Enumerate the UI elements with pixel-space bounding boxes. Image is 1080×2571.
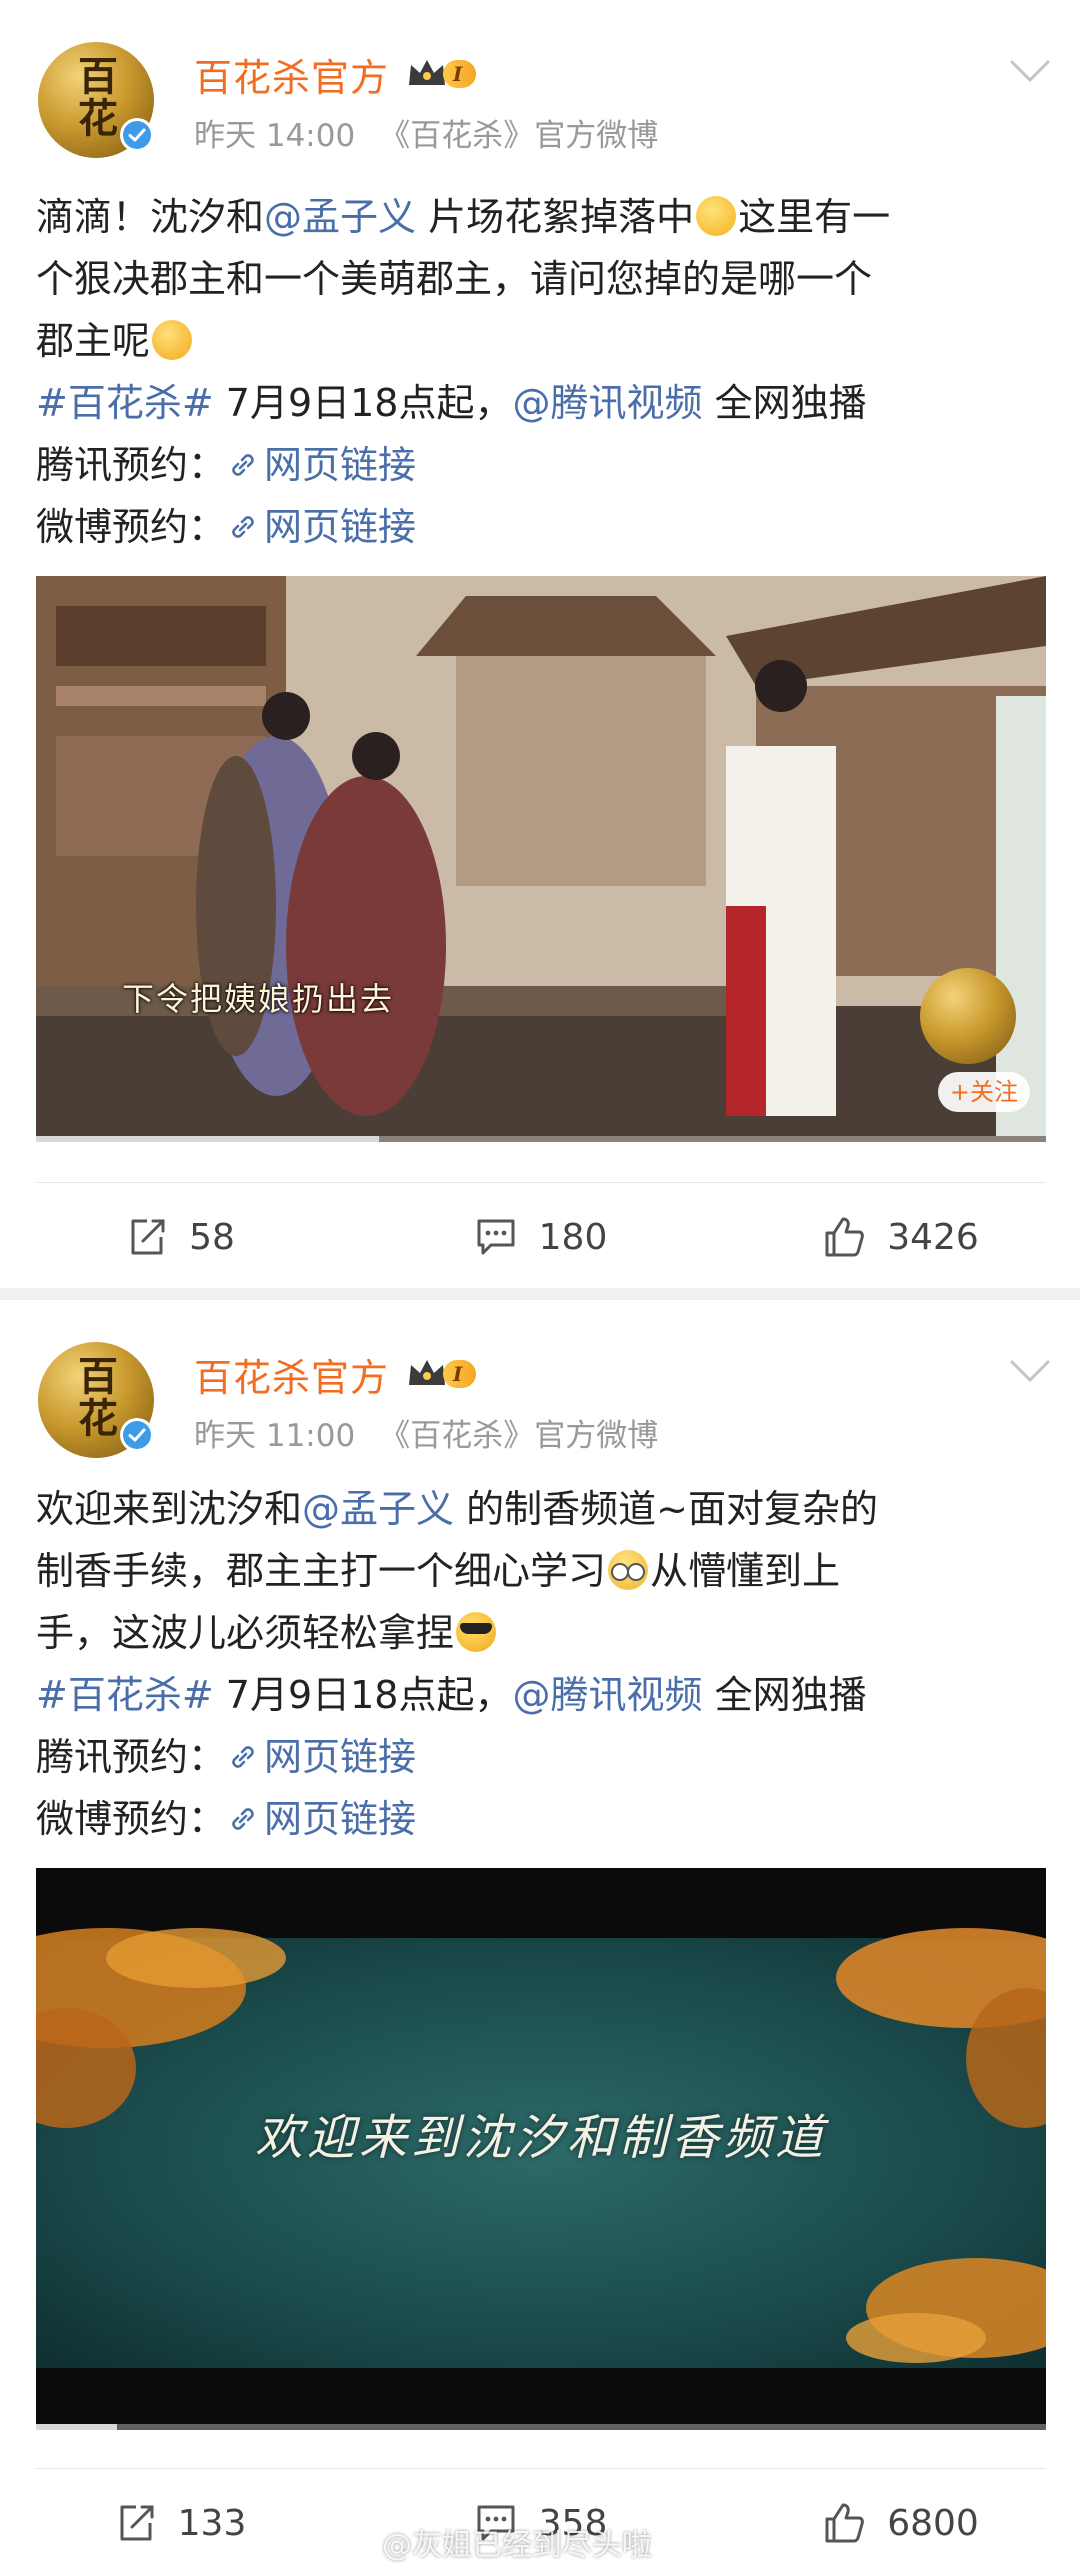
post-source: 《百花杀》官方微博 (379, 1418, 659, 1454)
web-link-label: 网页链接 (264, 505, 417, 549)
link-icon (232, 1746, 254, 1768)
text-line: 个狠决郡主和一个美萌郡主，请问您掉的是哪一个 (36, 257, 873, 301)
post-meta: 昨天 14:00 《百花杀》官方微博 (194, 110, 658, 155)
video-progress[interactable] (36, 1136, 1046, 1142)
follow-button[interactable]: +关注 (937, 1072, 1030, 1112)
video-progress[interactable] (36, 2424, 1046, 2430)
repost-button[interactable]: 58 (0, 1192, 360, 1282)
mention-link[interactable]: @腾讯视频 (512, 381, 702, 425)
post-card: 百花 百花杀官方 I 昨天 11:00 《百花杀》官方微博 欢迎来到沈汐和@孟子… (0, 1300, 1080, 2571)
web-link-label: 网页链接 (264, 1797, 417, 1841)
text-segment: 7月9日18点起， (213, 1673, 513, 1717)
text-segment: 的制香频道~面对复杂的 (454, 1487, 878, 1531)
video-player[interactable]: 欢迎来到沈汐和制香频道 (36, 1868, 1046, 2430)
author-name[interactable]: 百花杀官方 (194, 47, 389, 102)
link-icon (232, 516, 254, 538)
repost-count: 58 (189, 1216, 235, 1258)
chevron-down-icon[interactable] (1008, 56, 1052, 86)
member-level: I (443, 1360, 477, 1388)
mention-link[interactable]: @孟子义 (302, 1487, 454, 1531)
video-subtitle: 下令把姨娘扔出去 (122, 980, 395, 1018)
mention-link[interactable]: @孟子义 (264, 195, 416, 239)
text-segment: 欢迎来到沈汐和 (36, 1487, 303, 1531)
text-segment: 滴滴！沈汐和 (36, 195, 265, 239)
post-time: 昨天 14:00 (194, 118, 356, 154)
mention-link[interactable]: @腾讯视频 (512, 1673, 702, 1717)
repost-count: 133 (177, 2502, 247, 2544)
video-title: 欢迎来到沈汐和制香频道 (254, 2110, 827, 2166)
chevron-down-icon[interactable] (1008, 1356, 1052, 1386)
topic-link[interactable]: #百花杀# (36, 381, 214, 425)
repost-icon (131, 1219, 165, 1255)
author-row: 百花杀官方 I (194, 1346, 477, 1402)
channel-logo-icon (920, 968, 1016, 1064)
member-level: I (443, 60, 477, 88)
weibo-label: 微博预约： (36, 1797, 227, 1841)
text-segment: 片场花絮掉落中 (416, 195, 695, 239)
post-text: 欢迎来到沈汐和@孟子义 的制香频道~面对复杂的 制香手续，郡主主打一个细心学习从… (36, 1478, 1046, 1850)
weibo-logo-icon (340, 2534, 370, 2556)
like-icon (825, 1217, 865, 1257)
post-source: 《百花杀》官方微博 (379, 118, 659, 154)
comment-icon (477, 1219, 515, 1255)
web-link[interactable]: 网页链接 (226, 1735, 416, 1779)
video-progress-fill (36, 1136, 380, 1142)
author-row: 百花杀官方 I (194, 46, 477, 102)
member-badge[interactable]: I (405, 1355, 477, 1393)
emoji-icon (608, 1550, 649, 1590)
like-button[interactable]: 6800 (720, 2478, 1080, 2568)
web-link[interactable]: 网页链接 (226, 505, 416, 549)
text-segment: 制香手续，郡主主打一个细心学习 (36, 1549, 607, 1593)
action-bar: 58 180 3426 (0, 1192, 1080, 1282)
text-segment: 手，这波儿必须轻松拿捏 (36, 1611, 455, 1655)
comment-button[interactable]: 180 (360, 1192, 720, 1282)
web-link[interactable]: 网页链接 (226, 1797, 416, 1841)
text-segment: 全网独播 (702, 1673, 867, 1717)
watermark: @灰姐已经到尽头啦 (340, 2520, 652, 2564)
comment-count: 180 (538, 1216, 608, 1258)
repost-icon (120, 2505, 154, 2541)
divider (36, 2468, 1046, 2469)
like-button[interactable]: 3426 (720, 1192, 1080, 1282)
like-count: 6800 (887, 2502, 979, 2544)
weibo-feed: 百花 百花杀官方 I 昨天 14:00 《百花杀》官方微博 滴滴！沈汐和@孟子义… (0, 0, 1080, 2571)
text-segment: 郡主呢 (36, 319, 151, 363)
like-icon (825, 2503, 865, 2543)
feed-separator (0, 1288, 1080, 1300)
repost-button[interactable]: 133 (0, 2478, 360, 2568)
verified-icon (120, 1418, 154, 1452)
emoji-icon (696, 196, 737, 236)
topic-link[interactable]: #百花杀# (36, 1673, 214, 1717)
web-link-label: 网页链接 (264, 443, 417, 487)
video-frame (36, 576, 1046, 1142)
post-time: 昨天 11:00 (194, 1418, 356, 1454)
link-icon (232, 1808, 254, 1830)
divider (36, 1182, 1046, 1183)
tencent-label: 腾讯预约： (36, 1735, 227, 1779)
web-link-label: 网页链接 (264, 1735, 417, 1779)
emoji-icon (456, 1612, 497, 1652)
text-segment: 从懵懂到上 (650, 1549, 841, 1593)
link-icon (232, 454, 254, 476)
text-segment: 这里有一 (738, 195, 891, 239)
watermark-text: @灰姐已经到尽头啦 (382, 2528, 652, 2563)
post-card: 百花 百花杀官方 I 昨天 14:00 《百花杀》官方微博 滴滴！沈汐和@孟子义… (0, 0, 1080, 1288)
video-player[interactable]: 下令把姨娘扔出去 +关注 (36, 576, 1046, 1142)
text-segment: 全网独播 (702, 381, 867, 425)
tencent-label: 腾讯预约： (36, 443, 227, 487)
web-link[interactable]: 网页链接 (226, 443, 416, 487)
like-count: 3426 (887, 1216, 979, 1258)
verified-icon (120, 118, 154, 152)
text-segment: 7月9日18点起， (213, 381, 513, 425)
author-name[interactable]: 百花杀官方 (194, 1347, 389, 1402)
post-meta: 昨天 11:00 《百花杀》官方微博 (194, 1410, 658, 1455)
member-badge[interactable]: I (405, 55, 477, 93)
post-text: 滴滴！沈汐和@孟子义 片场花絮掉落中 这里有一 个狠决郡主和一个美萌郡主，请问您掉… (36, 186, 1046, 558)
weibo-label: 微博预约： (36, 505, 227, 549)
emoji-icon (152, 320, 193, 360)
video-progress-fill (36, 2424, 117, 2430)
